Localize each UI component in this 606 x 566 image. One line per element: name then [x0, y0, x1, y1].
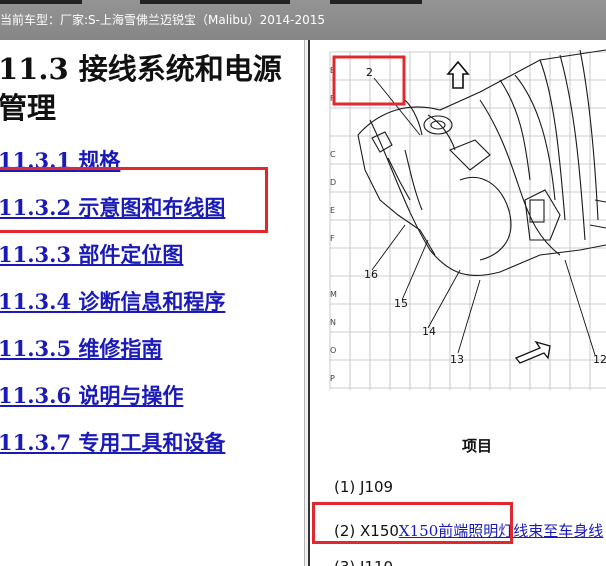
direction-up-icon [446, 60, 470, 89]
callout-leaders [371, 77, 596, 356]
callout-number: 15 [394, 297, 408, 310]
item-row: (1) J109 [334, 478, 393, 496]
highlight-box [312, 502, 513, 544]
toc-link-label: 说明与操作 [78, 383, 184, 408]
items-heading: 项目 [462, 437, 493, 455]
item-text: (1) J109 [334, 478, 394, 496]
toc-link-number: 11.3.4 [0, 289, 72, 314]
current-vehicle-line: 当前车型：厂家:S-上海雪佛兰迈锐宝（Malibu）2014-2015 [0, 11, 325, 28]
row-letter: E [330, 206, 335, 215]
callout-number: 14 [422, 325, 436, 338]
row-letter: P [330, 374, 335, 383]
toc-link-label: 专用工具和设备 [78, 430, 226, 455]
content-pane: E F C D E F M N O P 2 16 15 14 13 12 项目 … [310, 40, 606, 566]
row-letter: D [330, 178, 336, 187]
callout-number: 16 [364, 268, 378, 281]
component-locator-diagram: E F C D E F M N O P 2 16 15 14 13 12 [329, 49, 606, 390]
callout-number: 2 [366, 66, 373, 79]
row-letter: C [330, 150, 336, 159]
highlight-box [332, 55, 406, 106]
row-letter: M [330, 290, 337, 299]
header-tab-stub [0, 0, 82, 4]
toc-link-number: 11.3.5 [0, 336, 72, 361]
toc-link-number: 11.3.6 [0, 383, 72, 408]
toc-link-label: 诊断信息和程序 [78, 289, 226, 314]
vehicle-value: 厂家:S-上海雪佛兰迈锐宝（Malibu）2014-2015 [60, 13, 326, 27]
toc-link-component-locator[interactable]: 11.3.3 部件定位图 [0, 239, 183, 269]
row-letter: O [330, 346, 336, 355]
toc-pane: 11.3 接线系统和电源管理 11.3.1 规格 11.3.2 示意图和布线图 … [0, 40, 304, 566]
header-tab-stub [140, 0, 290, 4]
toc-link-number: 11.3.7 [0, 430, 72, 455]
toc-link-label: 维修指南 [78, 336, 163, 361]
callout-number: 13 [450, 353, 464, 366]
highlight-box [0, 167, 268, 233]
row-letter: N [330, 318, 336, 327]
item-row: (3) J110 [334, 558, 393, 566]
item-text: (3) J110 [334, 558, 393, 566]
engine-bay-drawing [357, 49, 606, 277]
header-tab-stub [330, 0, 422, 4]
toc-link-special-tools[interactable]: 11.3.7 专用工具和设备 [0, 427, 225, 457]
vehicle-label: 当前车型： [0, 13, 61, 27]
toc-link-repair-guide[interactable]: 11.3.5 维修指南 [0, 333, 162, 363]
callout-number: 12 [593, 353, 606, 366]
toc-link-description-operation[interactable]: 11.3.6 说明与操作 [0, 380, 183, 410]
toc-link-number: 11.3.3 [0, 242, 72, 267]
top-header-bar: 当前车型：厂家:S-上海雪佛兰迈锐宝（Malibu）2014-2015 [0, 0, 606, 40]
section-title: 11.3 接线系统和电源管理 [0, 52, 282, 125]
row-letter: F [330, 234, 335, 243]
toc-link-diagnostics[interactable]: 11.3.4 诊断信息和程序 [0, 286, 225, 316]
toc-link-label: 部件定位图 [78, 242, 184, 267]
